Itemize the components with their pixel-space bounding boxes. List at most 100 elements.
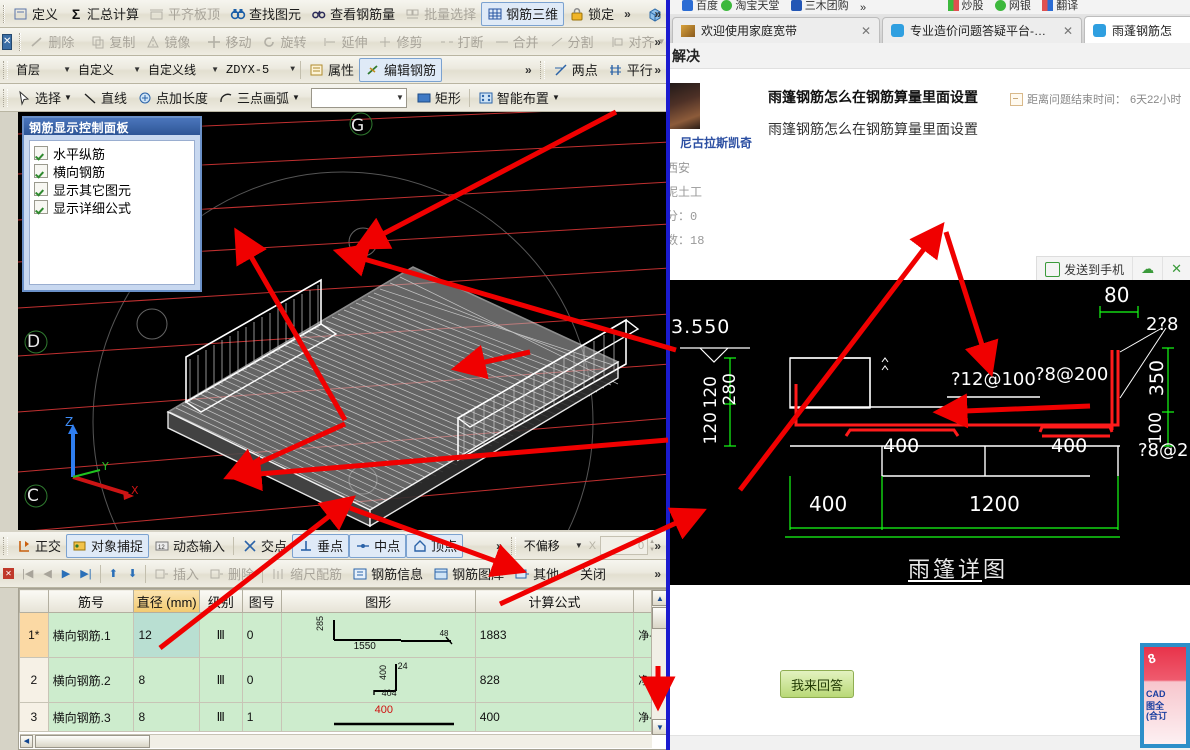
draw-style-select[interactable]: ▼ [310, 87, 407, 108]
cell-formula[interactable]: 1883 [474, 612, 635, 658]
status-dynamic-input[interactable]: 12 动态输入 [149, 535, 230, 557]
cell-diameter[interactable]: 8 [133, 702, 200, 732]
toolbar-break[interactable]: 打断 [434, 31, 489, 53]
element-type-select[interactable]: 自定义线 ▼ [143, 60, 221, 80]
table-row[interactable]: 1* 横向钢筋.1 12 Ⅲ 0 285 1550 48 1883 净- [19, 612, 669, 658]
cell-pic-no[interactable]: 0 [241, 657, 282, 703]
toolbar-batch-select[interactable]: 批量选择 [400, 3, 481, 25]
chevron-down-icon[interactable]: ▼ [64, 93, 72, 102]
header-rownum[interactable] [19, 589, 49, 613]
chevron-down-icon[interactable]: ▼ [205, 65, 219, 74]
ad-banner[interactable]: 8 CAD 图全 (合订 [1140, 643, 1190, 748]
cell-diameter[interactable]: 8 [133, 657, 200, 703]
status-overflow[interactable]: » [491, 539, 508, 553]
user-name[interactable]: 尼古拉斯凯奇 [680, 134, 752, 151]
nav-next[interactable]: ▶ [57, 563, 75, 585]
header-diameter[interactable]: 直径 (mm) [133, 589, 200, 613]
offset-mode-select[interactable]: 不偏移 ▼ [519, 536, 585, 556]
cell-pic-no[interactable]: 1 [241, 702, 282, 732]
toolbar-align-slab-top[interactable]: 平齐板顶 [144, 3, 225, 25]
rebar-editor-overflow[interactable]: » [649, 567, 666, 581]
offset-grip[interactable] [510, 536, 516, 555]
chevron-down-icon[interactable]: ▼ [552, 93, 560, 102]
checkbox-horizontal-longitudinal[interactable]: 水平纵筋 [34, 144, 194, 162]
bookmark-group[interactable]: 三木团购 [787, 0, 853, 13]
toolbar-move[interactable]: 移动 [201, 31, 256, 53]
bookmark-translate[interactable]: 翻译 [1038, 0, 1082, 13]
header-grade[interactable]: 级别 [198, 589, 243, 613]
checkbox-icon[interactable] [34, 146, 48, 160]
insert-row-button[interactable]: 插入 [149, 563, 204, 585]
toolbar-snap-grip[interactable] [539, 60, 545, 79]
chevron-down-icon[interactable]: ▼ [562, 569, 570, 578]
chevron-down-icon[interactable]: ▼ [569, 541, 583, 550]
bookmark-overflow[interactable]: » [856, 2, 870, 14]
toolbar-summary-calc[interactable]: Σ 汇总计算 [63, 3, 144, 25]
chevron-down-icon[interactable]: ▼ [390, 93, 404, 102]
bookmark-bank[interactable]: 网银 [991, 0, 1035, 13]
status-ortho[interactable]: 正交 [11, 535, 66, 557]
toolbar-rotate[interactable]: 旋转 [256, 31, 311, 53]
tab-close-icon[interactable]: ✕ [861, 24, 871, 38]
header-pic-no[interactable]: 图号 [241, 589, 282, 613]
toolbar-rebar-3d[interactable]: 钢筋三维 [481, 1, 565, 26]
rebar-display-control-panel[interactable]: 钢筋显示控制面板 水平纵筋 横向钢筋 显示其它图元 显示详细公式 [22, 116, 202, 292]
three-point-arc-tool[interactable]: 三点画弧 ▼ [213, 87, 305, 109]
avatar[interactable] [670, 83, 700, 129]
toolbar-snap-overflow[interactable]: » [649, 63, 666, 77]
floor-select[interactable]: 首层 ▼ [11, 60, 73, 80]
bookmark-taobao[interactable]: 淘宝天堂 [717, 0, 783, 13]
bookmark-stock[interactable]: 炒股 [944, 0, 988, 13]
toolbar-merge[interactable]: 合并 [489, 31, 544, 53]
other-button[interactable]: 其他 ▼ [509, 563, 575, 585]
status-midpoint[interactable]: 中点 [349, 533, 407, 558]
header-rebar-no[interactable]: 筋号 [47, 589, 135, 613]
nav-prev[interactable]: ◀ [38, 563, 56, 585]
cell-shape[interactable]: 400 [280, 702, 476, 732]
delete-row-button[interactable]: 删除 [204, 563, 259, 585]
checkbox-icon[interactable] [34, 182, 48, 196]
table-horizontal-scrollbar[interactable]: ◀ [20, 734, 652, 748]
toolbar-split[interactable]: 分割 [544, 31, 599, 53]
header-formula[interactable]: 计算公式 [474, 589, 635, 613]
line-tool[interactable]: 直线 [77, 87, 132, 109]
checkbox-show-other-elements[interactable]: 显示其它图元 [34, 180, 194, 198]
toolbar-main-overflow[interactable]: » [619, 7, 636, 21]
chevron-down-icon[interactable]: ▼ [292, 93, 300, 102]
cell-grade[interactable]: Ⅲ [198, 702, 243, 732]
hscroll-thumb[interactable] [35, 735, 150, 748]
scroll-left-button[interactable]: ◀ [20, 735, 33, 748]
cell-pic-no[interactable]: 0 [241, 612, 282, 658]
chevron-down-icon[interactable]: ▼ [284, 65, 295, 74]
offset-value-input[interactable]: 0 [600, 536, 649, 555]
close-editor-button[interactable]: 关闭 [575, 563, 611, 585]
rebar-info-button[interactable]: 钢筋信息 [347, 563, 428, 585]
rectangle-tool[interactable]: 矩形 [411, 87, 466, 109]
send-to-phone-button[interactable]: 发送到手机 [1037, 257, 1134, 281]
table-row[interactable]: 2 横向钢筋.2 8 Ⅲ 0 400 404 24 828 净- [19, 657, 669, 703]
scale-rebar-button[interactable]: 缩尺配筋 [266, 563, 347, 585]
share-button[interactable]: ✕ [1163, 257, 1190, 281]
table-row[interactable]: 3 横向钢筋.3 8 Ⅲ 1 400 400 净- [19, 702, 669, 732]
cell-rebar-no[interactable]: 横向钢筋.3 [47, 702, 135, 732]
toolbar-trim[interactable]: 修剪 [372, 31, 427, 53]
nav-down[interactable]: ⬇ [123, 563, 142, 585]
close-icon[interactable]: ✕ [2, 33, 13, 50]
checkbox-icon[interactable] [34, 164, 48, 178]
cell-grade[interactable]: Ⅲ [198, 612, 243, 658]
cell-formula[interactable]: 828 [474, 657, 635, 703]
rebar-library-button[interactable]: 钢筋图库 [428, 563, 509, 585]
answer-button[interactable]: 我来回答 [780, 670, 854, 698]
nav-up[interactable]: ⬆ [104, 563, 123, 585]
cell-rebar-no[interactable]: 横向钢筋.2 [47, 657, 135, 703]
toolbar-view-rebar-qty[interactable]: 查看钢筋量 [306, 3, 400, 25]
tab-home-broadband[interactable]: 欢迎使用家庭宽带 ✕ [672, 17, 880, 43]
toolbar-right-overflow[interactable]: » [649, 7, 666, 21]
point-length-tool[interactable]: 点加长度 [132, 87, 213, 109]
cell-diameter[interactable]: 12 [133, 612, 200, 658]
status-vertex[interactable]: 顶点 [406, 533, 464, 558]
toolbar-prop-overflow[interactable]: » [520, 63, 537, 77]
tab-glodon-qa[interactable]: 专业造价问题答疑平台-广联达 ✕ [882, 17, 1082, 43]
cell-rebar-no[interactable]: 横向钢筋.1 [47, 612, 135, 658]
cell-formula[interactable]: 400 [474, 702, 635, 732]
